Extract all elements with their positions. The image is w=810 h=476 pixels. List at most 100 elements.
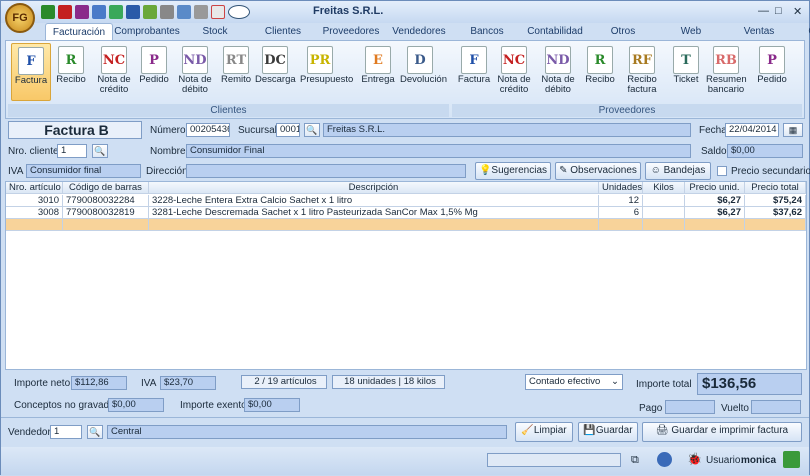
pago-label: Pago [639, 403, 663, 414]
nro-cliente-label: Nro. cliente [8, 146, 59, 157]
cell-unidades: 12 [599, 195, 643, 207]
cell-precio-total: $75,24 [745, 195, 806, 207]
guardar-imprimir-button-label: Guardar e imprimir factura [671, 425, 789, 436]
cell-descripcion: 3228-Leche Entera Extra Calcio Sachet x … [149, 195, 599, 207]
divider [1, 417, 809, 418]
cell-codigo: 7790080032819 [63, 207, 149, 219]
calendar-icon[interactable]: ▦ [783, 123, 803, 137]
saldo-label: Saldo [701, 146, 727, 157]
search-sucursal-icon[interactable]: 🔍 [304, 123, 320, 137]
importe-neto-label: Importe neto [14, 378, 71, 389]
cell-precio-unid: $6,27 [685, 195, 745, 207]
importe-total-value: $136,56 [697, 373, 802, 395]
cell-nro: 3008 [6, 207, 63, 219]
cell-empty[interactable] [643, 219, 685, 231]
bug-icon[interactable]: 🐞 [687, 452, 702, 466]
col-precio-unid[interactable]: Precio unid. [685, 182, 745, 194]
observaciones-button[interactable]: ✎ Observaciones [555, 162, 641, 180]
vuelto-field [751, 400, 801, 414]
saldo-field: $0,00 [727, 144, 803, 158]
iva-field[interactable]: Consumidor final [26, 164, 141, 178]
unidades-kilos-counter: 18 unidades | 18 kilos [332, 375, 445, 389]
no-gravados-label: Conceptos no gravados [14, 400, 120, 411]
col-nro-articulo[interactable]: Nro. artículo [6, 182, 63, 194]
status-bar: ⧉ 🐞 Usuario: monica [1, 447, 809, 475]
importe-neto-field: $112,86 [71, 376, 127, 390]
forma-pago-select[interactable]: Contado efectivo ⌄ [525, 374, 623, 390]
table-header: Nro. artículo Código de barras Descripci… [6, 182, 806, 194]
vendedor-id-field[interactable]: 1 [50, 425, 82, 439]
numero-label: Número [150, 125, 186, 136]
col-descripcion[interactable]: Descripción [149, 182, 599, 194]
vendedor-name-field: Central [107, 425, 507, 439]
cell-empty[interactable] [6, 219, 63, 231]
sucursal-label: Sucursal [238, 125, 277, 136]
search-vendedor-icon[interactable]: 🔍 [87, 425, 103, 439]
sucursal-field[interactable]: 0001 [276, 123, 300, 137]
bandejas-button[interactable]: ☺ Bandejas [645, 162, 711, 180]
precio-secundario-label: Precio secundario [731, 166, 810, 177]
status-progress [487, 453, 621, 467]
articulos-counter: 2 / 19 artículos [241, 375, 327, 389]
forma-pago-value: Contado efectivo [529, 376, 601, 387]
exento-field: $0,00 [244, 398, 300, 412]
no-gravados-field: $0,00 [108, 398, 164, 412]
nro-cliente-field[interactable]: 1 [57, 144, 87, 158]
limpiar-button[interactable]: 🧹Limpiar [515, 422, 573, 442]
save-icon: 💾 [583, 425, 596, 436]
vuelto-label: Vuelto [721, 403, 749, 414]
exit-icon[interactable] [783, 451, 800, 468]
iva-label: IVA [8, 166, 24, 177]
cell-kilos [643, 207, 685, 219]
col-unidades[interactable]: Unidades [599, 182, 643, 194]
direccion-field[interactable] [186, 164, 466, 178]
table-row[interactable]: 3010 7790080032284 3228-Leche Entera Ext… [6, 195, 806, 207]
table-row[interactable]: 3008 7790080032819 3281-Leche Descremada… [6, 207, 806, 219]
bandejas-button-label: Bandejas [663, 165, 706, 176]
windows-icon[interactable]: ⧉ [631, 454, 639, 467]
razon-social-field: Freitas S.R.L. [323, 123, 691, 137]
cell-empty[interactable] [745, 219, 806, 231]
cell-empty[interactable] [63, 219, 149, 231]
iva-total-field: $23,70 [160, 376, 216, 390]
fecha-field[interactable]: 22/04/2014 [725, 123, 779, 137]
pago-field[interactable] [665, 400, 715, 414]
usuario-name: monica [741, 455, 777, 466]
cell-empty[interactable] [599, 219, 643, 231]
cell-codigo: 7790080032284 [63, 195, 149, 207]
main-window: Freitas S.R.L. — □ ✕ FG Facturación Compr… [0, 0, 810, 475]
col-codigo-barras[interactable]: Código de barras [63, 182, 149, 194]
cell-nro: 3010 [6, 195, 63, 207]
limpiar-button-label: Limpiar [533, 425, 567, 436]
search-cliente-icon[interactable]: 🔍 [92, 144, 108, 158]
bulb-icon: 💡 [478, 165, 492, 176]
sugerencias-button-label: Sugerencias [491, 165, 548, 176]
fecha-label: Fecha [699, 125, 727, 136]
nombre-label: Nombre [150, 146, 186, 157]
globe-icon[interactable] [657, 452, 672, 467]
observaciones-button-label: Observaciones [570, 165, 637, 176]
doc-type-title: Factura B [8, 121, 142, 139]
numero-field[interactable]: 00205436 [186, 123, 230, 137]
direccion-label: Dirección [146, 166, 188, 177]
cell-empty[interactable] [149, 219, 599, 231]
printer-icon: 🖨 [655, 425, 669, 436]
col-kilos[interactable]: Kilos [643, 182, 685, 194]
cell-descripcion: 3281-Leche Descremada Sachet x 1 litro P… [149, 207, 599, 219]
col-precio-total[interactable]: Precio total [745, 182, 806, 194]
guardar-button[interactable]: 💾Guardar [578, 422, 638, 442]
broom-icon: 🧹 [521, 425, 534, 436]
guardar-imprimir-button[interactable]: 🖨 Guardar e imprimir factura [642, 422, 802, 442]
exento-label: Importe exento [180, 400, 247, 411]
nombre-field[interactable]: Consumidor Final [186, 144, 691, 158]
sugerencias-button[interactable]: 💡Sugerencias [475, 162, 551, 180]
precio-secundario-checkbox[interactable] [717, 166, 727, 176]
cell-empty[interactable] [685, 219, 745, 231]
importe-total-label: Importe total [636, 379, 692, 390]
note-icon: ✎ [559, 165, 568, 176]
table-row-new[interactable] [6, 219, 806, 231]
cell-precio-unid: $6,27 [685, 207, 745, 219]
usuario-label: Usuario: [706, 455, 744, 466]
tray-icon: ☺ [650, 165, 661, 176]
app-logo[interactable]: FG [5, 3, 35, 33]
